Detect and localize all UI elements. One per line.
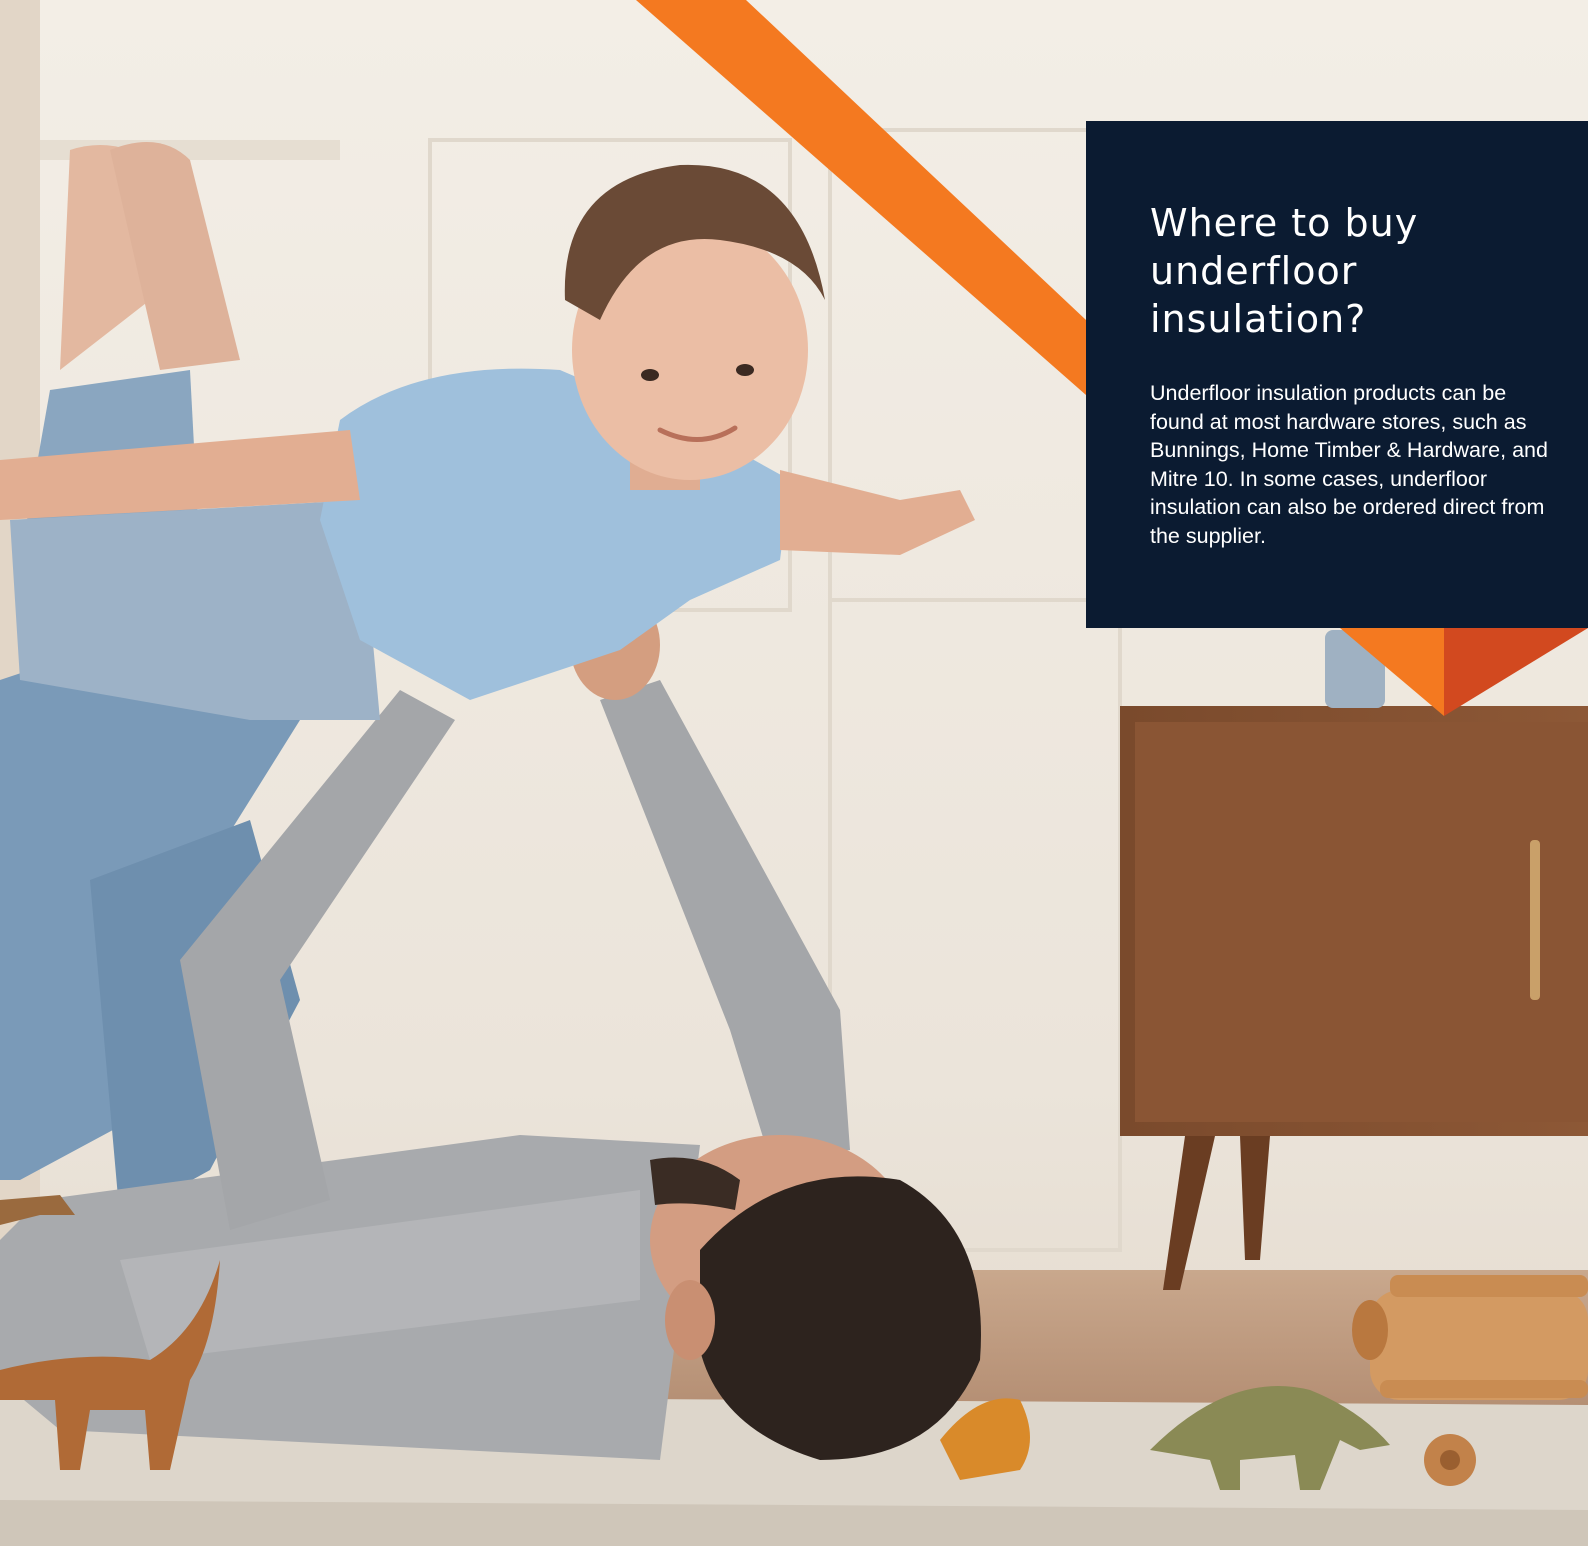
- orange-chevron-accent: [1340, 628, 1588, 716]
- info-panel-body: Underfloor insulation products can be fo…: [1150, 381, 1548, 548]
- info-panel: Where to buy underfloor insulation? Unde…: [1086, 121, 1588, 628]
- info-panel-title: Where to buy underfloor insulation?: [1150, 201, 1419, 341]
- brochure-page: Where to buy underfloor insulation? Unde…: [0, 0, 1588, 1546]
